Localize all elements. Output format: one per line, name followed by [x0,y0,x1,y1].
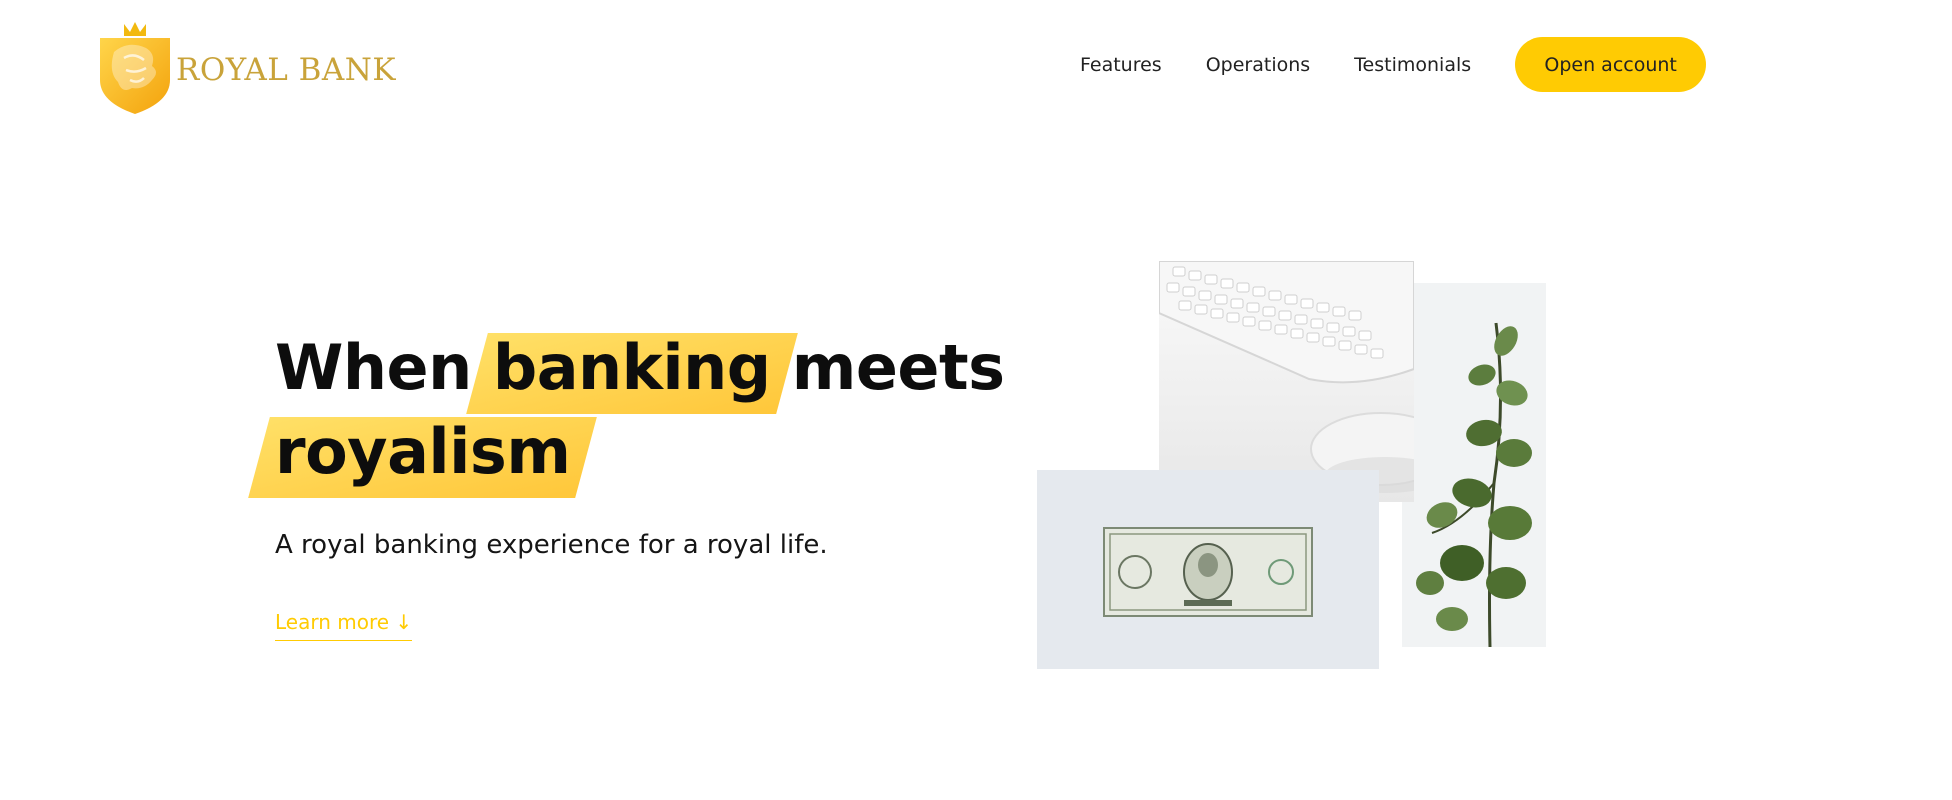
nav-operations[interactable]: Operations [1206,54,1310,76]
hero-subtitle: A royal banking experience for a royal l… [275,530,828,560]
open-account-button[interactable]: Open account [1515,37,1707,92]
hero-title-word-meets: meets [791,331,1005,404]
hero-title-highlight-banking: banking [492,331,771,404]
nav-testimonials[interactable]: Testimonials [1354,54,1471,76]
hero-title-word-when: When [275,331,472,404]
hero-title-line-2: royalism [275,410,1005,494]
eucalyptus-illustration [1416,322,1532,647]
hero-title: When banking meets royalism [275,326,1005,494]
keyboard-illustration [1159,261,1414,493]
eucalyptus-plant-image [1402,283,1546,647]
hero-title-highlight-royalism: royalism [275,415,571,488]
learn-more-link[interactable]: Learn more ↓ [275,610,413,641]
brand-name: ROYAL BANK [176,52,397,88]
dollar-illustration [1103,527,1313,617]
keyboard-and-mouse-image [1159,261,1414,502]
brand-logo[interactable]: ROYAL BANK [94,18,396,116]
hero-title-line-1: When banking meets [275,326,1005,410]
main-nav: Features Operations Testimonials Open ac… [1080,37,1707,92]
dollar-bill-image [1037,470,1379,669]
lion-crest-icon [100,22,170,114]
nav-features[interactable]: Features [1080,54,1162,76]
